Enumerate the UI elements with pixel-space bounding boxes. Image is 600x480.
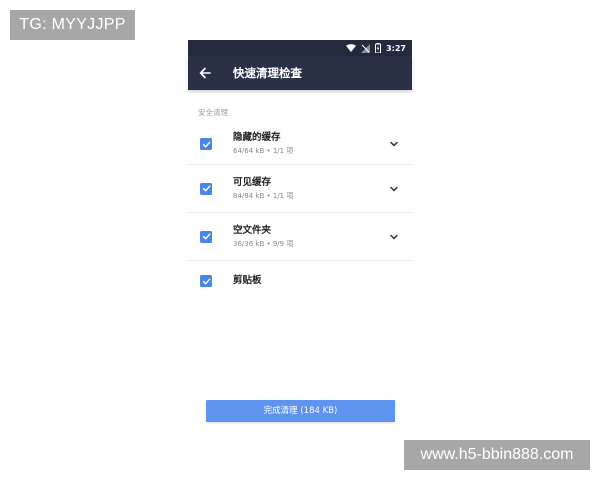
item-title: 空文件夹 <box>233 224 272 236</box>
item-title: 可见缓存 <box>233 176 272 188</box>
list-item[interactable]: 空文件夹 36/36 kB • 9/9 项 <box>188 213 412 260</box>
checkbox-clipboard[interactable] <box>200 275 212 287</box>
expand-button[interactable] <box>388 138 400 150</box>
battery-icon <box>375 43 382 53</box>
status-time: 3:27 <box>386 43 406 53</box>
wifi-icon <box>346 44 357 52</box>
arrow-left-icon <box>199 64 211 83</box>
item-text: 可见缓存 84/84 kB • 1/1 项 <box>233 177 293 201</box>
checkmark-icon <box>202 278 210 284</box>
screenshot-canvas: TG: MYYJJPP 3:27 快速清理检查 安全清理 隐藏的缓存 64/64… <box>0 0 600 480</box>
item-title: 剪贴板 <box>233 275 262 286</box>
list-item[interactable]: 剪贴板 <box>188 261 412 301</box>
watermark-top-left: TG: MYYJJPP <box>10 10 135 40</box>
item-subtitle: 84/84 kB • 1/1 项 <box>233 191 294 200</box>
expand-button[interactable] <box>388 183 400 195</box>
no-signal-icon <box>361 43 371 53</box>
item-subtitle: 36/36 kB • 9/9 项 <box>233 239 294 248</box>
checkmark-icon <box>202 185 210 192</box>
item-text: 剪贴板 <box>233 275 262 287</box>
list-item[interactable]: 隐藏的缓存 64/64 kB • 1/1 项 <box>188 124 412 164</box>
chevron-down-icon <box>390 141 398 147</box>
watermark-bottom-right: www.h5-bbin888.com <box>404 440 590 470</box>
item-text: 空文件夹 36/36 kB • 9/9 项 <box>233 225 293 249</box>
checkbox-empty-folders[interactable] <box>200 230 212 243</box>
expand-button[interactable] <box>388 231 400 243</box>
finish-clean-button[interactable]: 完成清理 (184 KB) <box>206 400 395 422</box>
app-bar: 快速清理检查 <box>188 56 412 90</box>
status-bar: 3:27 <box>188 40 412 56</box>
chevron-down-icon <box>390 234 398 239</box>
checkbox-hidden-cache[interactable] <box>200 138 212 150</box>
checkmark-icon <box>202 233 210 240</box>
chevron-down-icon <box>390 186 398 191</box>
section-header: 安全清理 <box>198 108 228 117</box>
item-subtitle: 64/64 kB • 1/1 项 <box>233 147 294 155</box>
phone-screen: 3:27 快速清理检查 安全清理 隐藏的缓存 64/64 kB • 1/1 项 <box>188 40 412 435</box>
checkmark-icon <box>202 141 210 147</box>
checkbox-visible-cache[interactable] <box>200 182 212 195</box>
list-item[interactable]: 可见缓存 84/84 kB • 1/1 项 <box>188 165 412 212</box>
item-text: 隐藏的缓存 64/64 kB • 1/1 项 <box>233 132 293 156</box>
back-button[interactable] <box>188 56 222 90</box>
item-title: 隐藏的缓存 <box>233 132 281 143</box>
page-title: 快速清理检查 <box>233 66 302 80</box>
